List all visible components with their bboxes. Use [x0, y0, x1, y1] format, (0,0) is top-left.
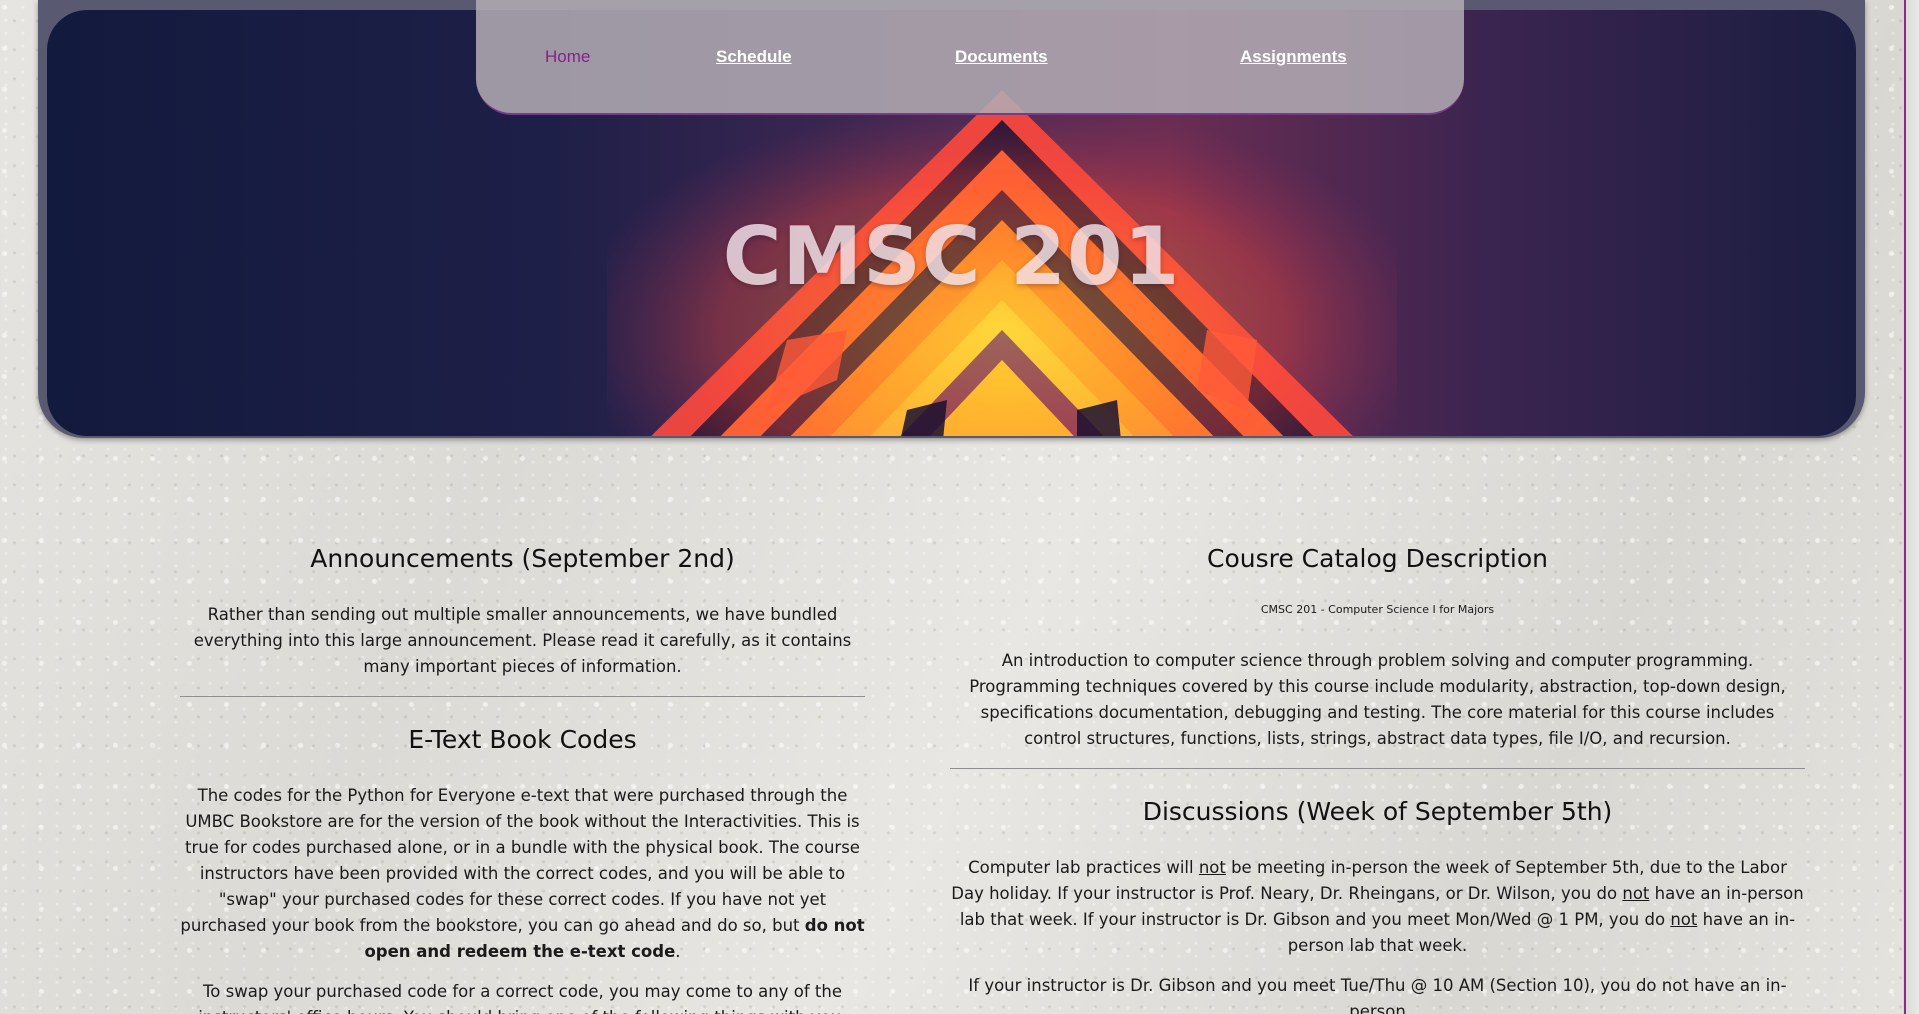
emphasis-not: not — [1670, 910, 1698, 929]
etext-heading: E-Text Book Codes — [408, 725, 637, 754]
etext-period: . — [675, 942, 681, 961]
discussions-paragraph-2: If your instructor is Dr. Gibson and you… — [968, 976, 1787, 1014]
discussions-paragraph: Computer lab practices will not be meeti… — [950, 855, 1805, 959]
right-column: Cousre Catalog Description CMSC 201 - Co… — [950, 540, 1805, 1014]
discussions-text: Computer lab practices will — [968, 858, 1199, 877]
nav-link-documents[interactable]: Documents — [955, 47, 1048, 67]
catalog-subtitle: CMSC 201 - Computer Science I for Majors — [1260, 603, 1495, 616]
nav-link-schedule[interactable]: Schedule — [716, 47, 792, 67]
catalog-description: An introduction to computer science thro… — [969, 651, 1786, 748]
discussions-heading: Discussions (Week of September 5th) — [1142, 797, 1613, 826]
page-title: CMSC 201 — [722, 210, 1181, 303]
etext-swap-paragraph: To swap your purchased code for a correc… — [198, 982, 846, 1014]
scrollbar-accent-line — [1904, 0, 1906, 1014]
emphasis-not: not — [1622, 884, 1650, 903]
etext-paragraph: The codes for the Python for Everyone e-… — [180, 783, 865, 965]
left-column: Announcements (September 2nd) Rather tha… — [180, 540, 865, 1014]
announcements-intro: Rather than sending out multiple smaller… — [193, 605, 852, 676]
catalog-heading: Cousre Catalog Description — [1206, 544, 1548, 573]
announcements-heading: Announcements (September 2nd) — [310, 544, 735, 573]
section-divider — [180, 696, 865, 697]
emphasis-not: not — [1198, 858, 1226, 877]
nav-link-assignments[interactable]: Assignments — [1240, 47, 1347, 67]
etext-text: The codes for the Python for Everyone e-… — [180, 786, 860, 935]
top-navigation: Home Schedule Documents Assignments — [476, 0, 1464, 115]
nav-link-home[interactable]: Home — [545, 47, 590, 67]
section-divider — [950, 768, 1805, 769]
